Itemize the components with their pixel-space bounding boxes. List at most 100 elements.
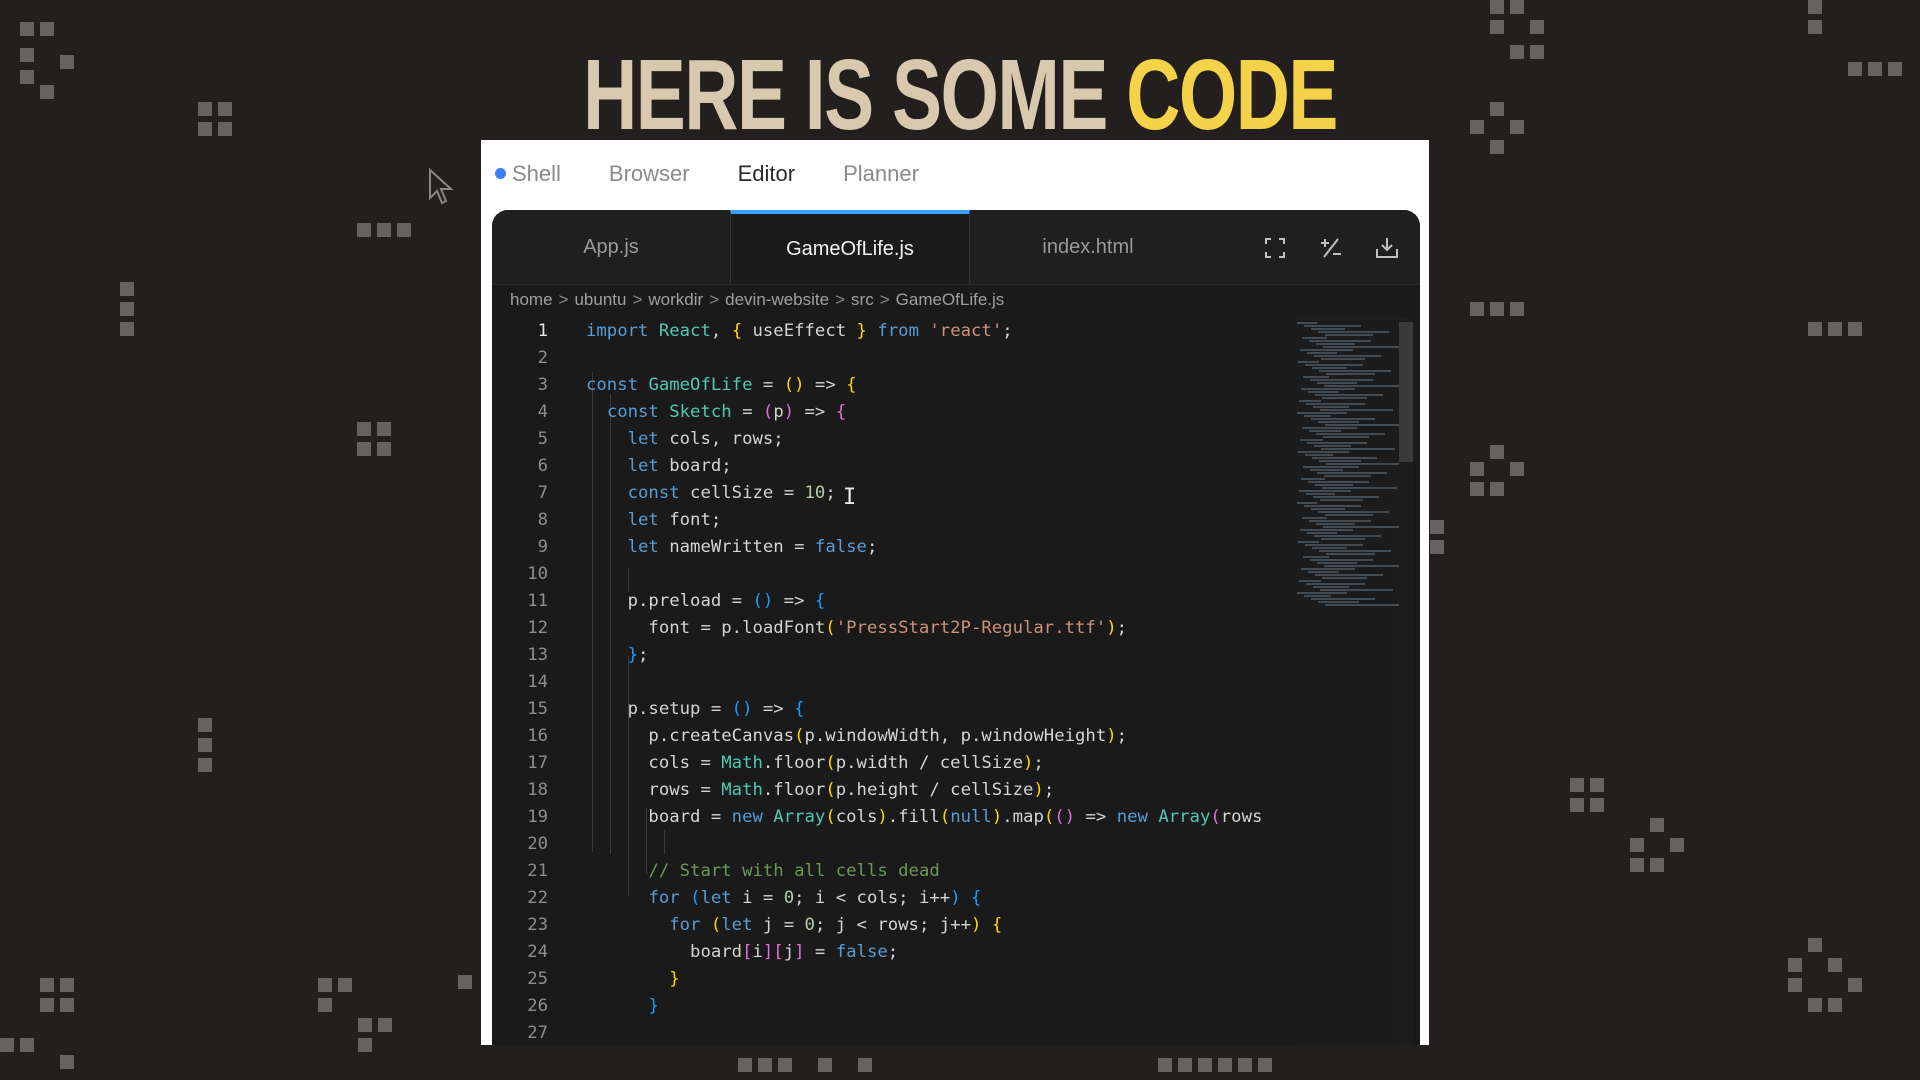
code-line[interactable]: 5 let cols, rows; xyxy=(492,426,1292,453)
fullscreen-icon[interactable] xyxy=(1262,235,1288,261)
line-number: 3 xyxy=(537,375,548,395)
minimap-line xyxy=(1315,394,1383,396)
line-number: 23 xyxy=(527,915,548,935)
mouse-pointer-icon xyxy=(429,168,454,205)
code-line[interactable]: 14 xyxy=(492,669,1292,696)
line-number: 18 xyxy=(527,780,548,800)
minimap-line xyxy=(1318,601,1359,603)
minimap-line xyxy=(1314,445,1351,447)
code-line[interactable]: 24 board[i][j] = false; xyxy=(492,939,1292,966)
code-line[interactable]: 18 rows = Math.floor(p.height / cellSize… xyxy=(492,777,1292,804)
file-tab-index-html[interactable]: index.html xyxy=(969,210,1207,284)
minimap-line xyxy=(1318,421,1359,423)
code-line[interactable]: 13 }; xyxy=(492,642,1292,669)
minimap-line xyxy=(1320,409,1393,411)
code-text: const Sketch = (p) => { xyxy=(606,402,847,422)
minimap-line xyxy=(1307,442,1367,444)
minimap-line xyxy=(1325,334,1373,336)
minimap-line xyxy=(1319,550,1391,552)
minimap-line xyxy=(1316,343,1355,345)
line-number: 24 xyxy=(527,942,548,962)
minimap-line xyxy=(1312,457,1377,459)
code-text: import React, { useEffect } from 'react'… xyxy=(586,321,1013,341)
tab-shell[interactable]: Shell xyxy=(495,161,561,187)
file-tab-app-js[interactable]: App.js xyxy=(492,210,730,284)
code-line[interactable]: 8 let font; xyxy=(492,507,1292,534)
vertical-scrollbar-thumb[interactable] xyxy=(1399,322,1413,462)
code-line[interactable]: 23 for (let j = 0; j < rows; j++) { xyxy=(492,912,1292,939)
minimap-line xyxy=(1305,364,1363,366)
minimap-line xyxy=(1316,523,1355,525)
breadcrumb-item[interactable]: workdir xyxy=(648,290,703,309)
minimap-line xyxy=(1304,505,1361,507)
tab-planner[interactable]: Planner xyxy=(843,161,919,187)
breadcrumb-separator: > xyxy=(835,290,846,309)
code-line[interactable]: 9 let nameWritten = false; xyxy=(492,534,1292,561)
minimap-line xyxy=(1322,487,1397,489)
code-text: let cols, rows; xyxy=(627,429,784,449)
breadcrumb-item[interactable]: src xyxy=(851,290,874,309)
minimap-line xyxy=(1303,556,1329,558)
minimap-line xyxy=(1297,592,1347,594)
minimap-line xyxy=(1315,484,1353,486)
code-line[interactable]: 6 let board; xyxy=(492,453,1292,480)
line-number: 15 xyxy=(527,699,548,719)
minimap-line xyxy=(1325,604,1403,606)
line-number: 13 xyxy=(527,645,548,665)
minimap-line xyxy=(1297,322,1317,324)
download-icon[interactable] xyxy=(1374,235,1400,261)
code-line[interactable]: 3 const GameOfLife = () => { xyxy=(492,372,1292,399)
plus-minus-icon[interactable] xyxy=(1318,235,1344,261)
minimap-line xyxy=(1317,562,1357,564)
minimap-line xyxy=(1304,415,1331,417)
code-editor: App.js GameOfLife.js index.html home > ubu… xyxy=(492,210,1420,1045)
headline-part2: CODE xyxy=(1126,39,1338,151)
minimap-line xyxy=(1308,571,1339,573)
code-line[interactable]: 19 board = new Array(cols).fill(null).ma… xyxy=(492,804,1292,831)
minimap-line xyxy=(1317,472,1387,474)
tab-editor[interactable]: Editor xyxy=(738,161,795,187)
breadcrumb: home > ubuntu > workdir > devin-website > src > Ga… xyxy=(510,290,1004,310)
breadcrumb-item[interactable]: home xyxy=(510,290,553,309)
minimap-line xyxy=(1298,451,1349,453)
code-text: }; xyxy=(627,645,649,665)
code-line[interactable]: 17 cols = Math.floor(p.width / cellSize)… xyxy=(492,750,1292,777)
minimap-line xyxy=(1324,385,1401,387)
code-line[interactable]: 7 const cellSize = 10; xyxy=(492,480,1292,507)
code-line[interactable]: 1 import React, { useEffect } from 'react… xyxy=(492,318,1292,345)
minimap[interactable] xyxy=(1289,318,1405,1045)
code-line[interactable]: 21 // Start with all cells dead xyxy=(492,858,1292,885)
line-number: 6 xyxy=(537,456,548,476)
code-line[interactable]: 27 xyxy=(492,1020,1292,1045)
code-line[interactable]: 4 const Sketch = (p) => { xyxy=(492,399,1292,426)
breadcrumb-item[interactable]: devin-website xyxy=(725,290,829,309)
minimap-line xyxy=(1317,382,1357,384)
code-text: } xyxy=(669,969,680,989)
code-line[interactable]: 15 p.setup = () => { xyxy=(492,696,1292,723)
code-line[interactable]: 12 font = p.loadFont('PressStart2P-Regul… xyxy=(492,615,1292,642)
code-text: cols = Math.floor(p.width / cellSize); xyxy=(586,753,1044,773)
minimap-line xyxy=(1326,373,1375,375)
code-line[interactable]: 25 } xyxy=(492,966,1292,993)
tab-browser[interactable]: Browser xyxy=(609,161,690,187)
line-number: 7 xyxy=(537,483,548,503)
minimap-line xyxy=(1308,391,1339,393)
code-line[interactable]: 2 xyxy=(492,345,1292,372)
minimap-line xyxy=(1325,514,1373,516)
code-line[interactable]: 26 } xyxy=(492,993,1292,1020)
code-text: p.createCanvas(p.windowWidth, p.windowHe… xyxy=(586,726,1128,746)
breadcrumb-item[interactable]: ubuntu xyxy=(574,290,626,309)
code-line[interactable]: 20 xyxy=(492,831,1292,858)
code-line[interactable]: 10 xyxy=(492,561,1292,588)
code-text: for (let j = 0; j < rows; j++) { xyxy=(669,915,1003,935)
code-area[interactable]: 1 import React, { useEffect } from 'react… xyxy=(492,318,1292,1045)
minimap-line xyxy=(1303,376,1329,378)
breadcrumb-item[interactable]: GameOfLife.js xyxy=(896,290,1005,309)
file-tab-gameoflife-js[interactable]: GameOfLife.js xyxy=(730,210,970,284)
minimap-line xyxy=(1310,379,1373,381)
code-line[interactable]: 22 for (let i = 0; i < cols; i++) { xyxy=(492,885,1292,912)
top-tabs: Shell Browser Editor Planner xyxy=(495,154,967,194)
minimap-line xyxy=(1311,508,1345,510)
code-line[interactable]: 11 p.preload = () => { xyxy=(492,588,1292,615)
code-line[interactable]: 16 p.createCanvas(p.windowWidth, p.windo… xyxy=(492,723,1292,750)
